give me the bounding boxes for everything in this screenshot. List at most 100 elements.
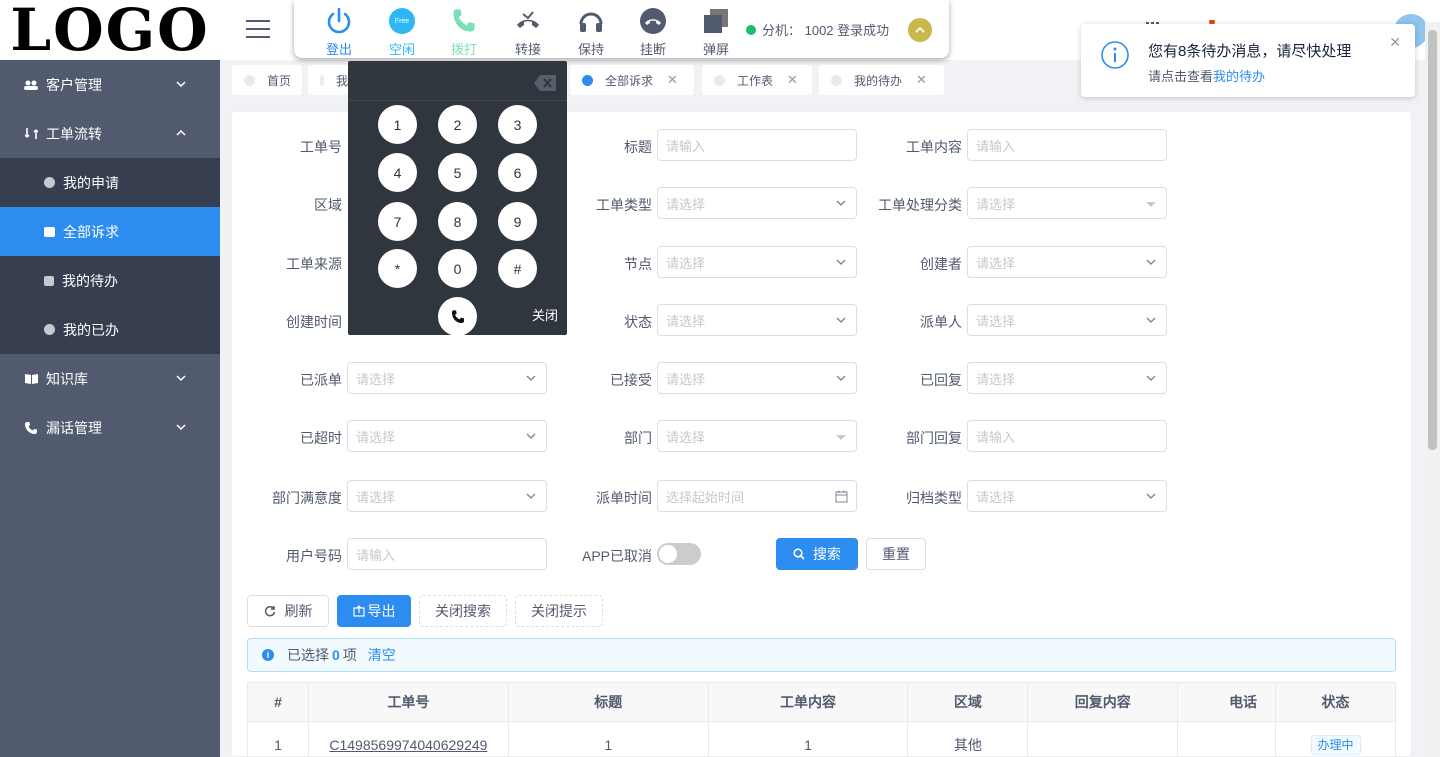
select-input[interactable]: 请选择 xyxy=(967,304,1167,336)
date-picker[interactable]: 选择起始时间 xyxy=(657,480,857,512)
close-icon[interactable]: ✕ xyxy=(667,72,678,88)
dialpad-display[interactable] xyxy=(348,61,567,101)
text-input[interactable]: 请输入 xyxy=(657,129,857,161)
selection-count: 0 xyxy=(332,647,340,663)
tab-label: 首页 xyxy=(267,73,292,88)
sidebar-subitem-my-apply[interactable]: 我的申请 xyxy=(0,158,220,207)
sidebar-subitem-label: 全部诉求 xyxy=(63,223,119,240)
hold-button[interactable]: 保持 xyxy=(566,6,616,58)
field-label: 归档类型 xyxy=(906,490,962,506)
tab-label: 全部诉求 xyxy=(605,73,654,88)
select-input[interactable]: 请选择 xyxy=(657,420,857,452)
refresh-icon xyxy=(264,605,275,617)
col-header-reply[interactable]: 回复内容 xyxy=(1027,682,1179,722)
sidebar-item-customer[interactable]: 客户管理 xyxy=(0,60,220,109)
text-input[interactable]: 请输入 xyxy=(347,538,547,570)
select-input[interactable]: 请选择 xyxy=(967,187,1167,219)
select-input[interactable]: 请选择 xyxy=(347,480,547,512)
tab-label: 工作表 xyxy=(737,73,774,88)
text-input[interactable]: 请输入 xyxy=(967,129,1167,161)
backspace-icon[interactable] xyxy=(534,75,556,91)
vertical-scrollbar[interactable] xyxy=(1425,22,1440,757)
sidebar-item-missed-calls[interactable]: 漏话管理 xyxy=(0,403,220,452)
hangup-button[interactable]: 挂断 xyxy=(628,6,678,58)
input-placeholder: 请选择 xyxy=(666,255,706,271)
table-row[interactable]: 1 C1498569974040629249 1 1 其他 办理中 xyxy=(247,721,1396,757)
menu-toggle-icon[interactable] xyxy=(246,20,270,40)
close-icon[interactable]: ✕ xyxy=(1389,34,1401,51)
popup-button[interactable]: 弹屏 xyxy=(691,6,741,58)
scrollbar-thumb[interactable] xyxy=(1428,30,1437,450)
dialpad-key[interactable]: 2 xyxy=(438,105,477,144)
field-label: 创建时间 xyxy=(286,314,342,330)
dialpad-key[interactable]: 5 xyxy=(438,153,477,192)
dialpad-key[interactable]: 4 xyxy=(378,153,417,192)
tab-home[interactable]: 首页 xyxy=(232,65,302,95)
close-icon[interactable]: ✕ xyxy=(787,72,798,88)
input-placeholder: 请选择 xyxy=(976,196,1016,212)
close-icon[interactable]: ✕ xyxy=(916,72,927,88)
col-header-title[interactable]: 标题 xyxy=(507,682,709,722)
close-tip-button[interactable]: 关闭提示 xyxy=(515,595,603,627)
col-header-content[interactable]: 工单内容 xyxy=(707,682,909,722)
select-input[interactable]: 请选择 xyxy=(657,362,857,394)
dial-button[interactable]: 拨打 xyxy=(439,6,489,58)
col-header-order-no[interactable]: 工单号 xyxy=(307,682,509,722)
col-header-region[interactable]: 区域 xyxy=(907,682,1029,722)
tab-my-todo[interactable]: 我的待办 ✕ xyxy=(819,65,944,95)
dialpad-close-button[interactable]: 关闭 xyxy=(532,305,558,324)
logout-button[interactable]: 登出 xyxy=(314,6,364,58)
select-input[interactable]: 请选择 xyxy=(657,246,857,278)
collapse-toolbar-button[interactable] xyxy=(908,18,932,42)
clear-selection-link[interactable]: 清空 xyxy=(368,645,396,665)
input-placeholder: 请选择 xyxy=(976,313,1016,329)
select-input[interactable]: 请选择 xyxy=(657,304,857,336)
input-placeholder: 请输入 xyxy=(976,138,1016,154)
search-button[interactable]: 搜索 xyxy=(776,538,858,570)
sidebar-subitem-all-appeals[interactable]: 全部诉求 xyxy=(0,207,220,256)
col-header-phone[interactable]: 电话 xyxy=(1177,682,1277,722)
export-button[interactable]: 导出 xyxy=(337,595,411,627)
dialpad-key[interactable]: 7 xyxy=(378,202,417,241)
sidebar-subitem-my-done[interactable]: 我的已办 xyxy=(0,305,220,354)
select-input[interactable]: 请选择 xyxy=(967,362,1167,394)
select-input[interactable]: 请选择 xyxy=(347,420,547,452)
sidebar-item-knowledge[interactable]: 知识库 xyxy=(0,354,220,403)
sidebar-subitem-my-todo[interactable]: 我的待办 xyxy=(0,256,220,305)
chevron-down-icon xyxy=(836,375,846,381)
refresh-button[interactable]: 刷新 xyxy=(247,595,329,627)
extension-status: 分机： 1002 登录成功 xyxy=(746,20,889,39)
reset-button[interactable]: 重置 xyxy=(866,538,926,570)
sidebar-item-workorder[interactable]: 工单流转 xyxy=(0,109,220,158)
dialpad-call-button[interactable] xyxy=(438,297,477,336)
field-label: 已接受 xyxy=(610,372,652,388)
tab-all-appeals[interactable]: 全部诉求 ✕ xyxy=(570,65,694,95)
select-input[interactable]: 请选择 xyxy=(347,362,547,394)
tab-mine[interactable]: 我 xyxy=(308,65,348,95)
dialpad-panel: 1 2 3 4 5 6 7 8 9 * 0 # 关闭 xyxy=(348,61,567,336)
idle-button[interactable]: Free 空闲 xyxy=(377,6,427,58)
select-input[interactable]: 请选择 xyxy=(967,246,1167,278)
dialpad-key[interactable]: * xyxy=(378,249,417,288)
dialpad-key[interactable]: 6 xyxy=(498,153,537,192)
close-search-button[interactable]: 关闭搜索 xyxy=(419,595,507,627)
my-todo-link[interactable]: 我的待办 xyxy=(1213,69,1265,84)
dialpad-key[interactable]: 0 xyxy=(438,249,477,288)
dialpad-key[interactable]: 3 xyxy=(498,105,537,144)
dialpad-key[interactable]: 9 xyxy=(498,202,537,241)
col-header-status[interactable]: 状态 xyxy=(1275,682,1396,722)
export-button-label: 导出 xyxy=(367,603,396,619)
tab-worksheet[interactable]: 工作表 ✕ xyxy=(702,65,812,95)
input-placeholder: 请选择 xyxy=(976,255,1016,271)
dialpad-key[interactable]: 1 xyxy=(378,105,417,144)
hangup-icon xyxy=(628,6,678,36)
select-input[interactable]: 请选择 xyxy=(657,187,857,219)
sidebar-submenu: 我的申请 全部诉求 我的待办 我的已办 xyxy=(0,158,220,354)
transfer-button[interactable]: 转接 xyxy=(503,6,553,58)
select-input[interactable]: 请选择 xyxy=(967,480,1167,512)
app-cancelled-switch[interactable] xyxy=(657,543,701,565)
text-input[interactable]: 请输入 xyxy=(967,420,1167,452)
dialpad-key[interactable]: # xyxy=(498,249,537,288)
order-no-link[interactable]: C1498569974040629249 xyxy=(329,737,487,753)
dialpad-key[interactable]: 8 xyxy=(438,202,477,241)
